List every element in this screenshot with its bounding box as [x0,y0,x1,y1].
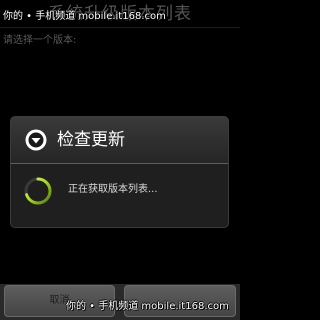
dialog-title: 检查更新 [57,130,125,150]
dialog-message: 正在获取版本列表... [68,184,158,195]
screen: 系统升级版本列表 请选择一个版本: 取消 检查更新 正在获取版本列表... 你的… [0,0,240,320]
dialog-header: 检查更新 [11,117,228,163]
chevron-down-icon [25,129,47,151]
title-divider [0,27,240,28]
watermark-bottom: 你的 • 手机频道 mobile.it168.com [66,301,229,312]
version-prompt: 请选择一个版本: [3,35,77,46]
dialog-body: 正在获取版本列表... [11,164,228,227]
watermark-top: 你的 • 手机频道 mobile.it168.com [3,11,166,22]
loading-spinner-icon [24,177,52,205]
check-update-dialog: 检查更新 正在获取版本列表... [10,116,229,228]
